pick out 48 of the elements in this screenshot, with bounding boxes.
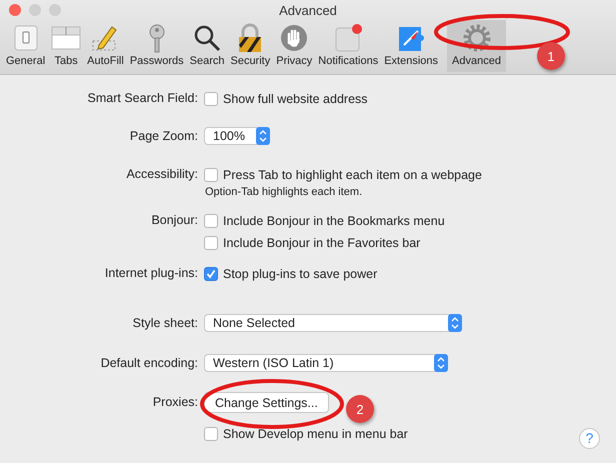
zoom-button[interactable] <box>49 4 61 16</box>
toolbar-tab[interactable]: Security <box>227 20 274 72</box>
checkbox[interactable] <box>204 168 218 182</box>
checkbox[interactable] <box>204 92 218 106</box>
checkmark-icon <box>206 268 216 278</box>
setting-label: Smart Search Field: <box>88 91 198 105</box>
popup-menu[interactable]: 100% <box>204 127 270 145</box>
checkbox-label: Press Tab to highlight each item on a webpage <box>223 168 482 182</box>
setting-label: Style sheet: <box>132 316 198 330</box>
checkbox[interactable] <box>204 266 218 280</box>
checkbox[interactable] <box>204 236 218 250</box>
checkbox-label: Include Bonjour in the Favorites bar <box>223 236 420 250</box>
change-settings-button[interactable]: Change Settings... <box>204 392 329 413</box>
close-button[interactable] <box>9 4 21 16</box>
stepper-icon <box>434 354 448 372</box>
toolbar-tab[interactable]: Tabs <box>48 20 84 72</box>
setting-label: Bonjour: <box>151 213 198 227</box>
checkbox[interactable] <box>204 214 218 228</box>
toolbar-tab[interactable]: AutoFill <box>84 20 127 72</box>
toolbar-tab[interactable]: Extensions <box>381 20 442 72</box>
toolbar-tab[interactable]: Privacy <box>273 20 316 72</box>
toolbar-tab[interactable]: General <box>3 20 48 72</box>
checkbox-label: Show Develop menu in menu bar <box>223 426 408 440</box>
toolbar-tab[interactable]: Search <box>186 20 228 72</box>
checkbox[interactable] <box>204 426 218 440</box>
checkbox-label: Include Bonjour in the Bookmarks menu <box>223 214 445 228</box>
notification-icon <box>333 23 364 53</box>
toolbar-tab[interactable]: Notifications <box>315 20 382 72</box>
checkbox-label: Stop plug-ins to save power <box>223 266 378 280</box>
stepper-icon <box>256 127 270 145</box>
toolbar-tab[interactable]: Passwords <box>126 20 187 72</box>
window-title: Advanced <box>278 3 338 18</box>
step-badge: 2 <box>346 395 374 423</box>
setting-label: Page Zoom: <box>130 129 198 143</box>
popup-menu[interactable]: None Selected <box>204 314 462 332</box>
setting-label: Default encoding: <box>100 356 198 370</box>
hint-text: Option-Tab highlights each item. <box>205 186 364 198</box>
checkbox-label: Show full website address <box>223 92 368 106</box>
popup-menu[interactable]: Western (ISO Latin 1) <box>204 354 448 372</box>
gear-icon <box>462 23 492 53</box>
setting-label: Accessibility: <box>126 167 198 181</box>
toolbar-tab[interactable]: Advanced <box>447 20 506 72</box>
hand-icon <box>279 23 310 53</box>
minimize-button[interactable] <box>29 4 41 16</box>
search-icon <box>192 23 222 53</box>
setting-label: Internet plug-ins: <box>104 266 198 280</box>
setting-label: Proxies: <box>152 395 198 409</box>
stepper-icon <box>448 314 462 332</box>
